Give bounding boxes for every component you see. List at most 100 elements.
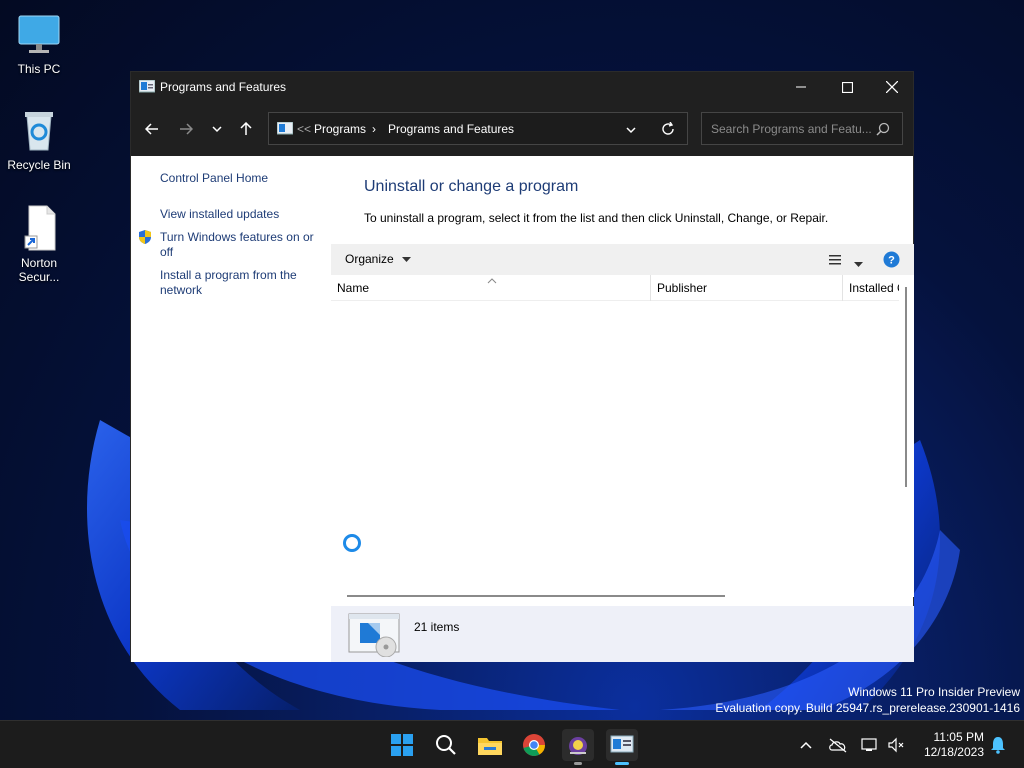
- watermark-line-2: Evaluation copy. Build 25947.rs_prerelea…: [715, 701, 1020, 715]
- link-view-installed-updates[interactable]: View installed updates: [160, 207, 320, 222]
- arrow-up-icon: [240, 122, 252, 135]
- link-control-panel-home[interactable]: Control Panel Home: [160, 171, 320, 186]
- taskbar-search-button[interactable]: [430, 729, 462, 761]
- arrow-right-icon: [180, 123, 193, 135]
- clock-time: 11:05 PM: [933, 730, 984, 744]
- running-indicator: [574, 762, 582, 765]
- caret-down-icon: [854, 262, 863, 267]
- network-button[interactable]: [858, 733, 882, 757]
- help-button[interactable]: ?: [883, 251, 900, 271]
- tasks-pane: Control Panel Home View installed update…: [131, 156, 331, 662]
- breadcrumb-overflow[interactable]: <<: [297, 122, 311, 136]
- file-explorer-button[interactable]: [474, 729, 506, 761]
- details-pane: 21 items: [331, 606, 914, 662]
- column-divider[interactable]: [650, 275, 651, 301]
- network-icon: [861, 738, 877, 751]
- programs-and-features-window: Programs and Features << Programs › Prog…: [130, 71, 914, 662]
- desktop-icon-label: Norton Secur...: [18, 256, 60, 284]
- monitor-icon: [15, 10, 63, 58]
- volume-button[interactable]: [884, 733, 908, 757]
- address-dropdown-button[interactable]: [625, 124, 637, 139]
- maximize-icon: [841, 81, 853, 93]
- start-icon: [391, 734, 413, 756]
- column-header-row: Name Publisher Installed O: [331, 275, 899, 301]
- onedrive-status-button[interactable]: [826, 733, 850, 757]
- setup-wizard-button[interactable]: [562, 729, 594, 765]
- help-icon: ?: [883, 251, 900, 268]
- search-input[interactable]: Search Programs and Featu...: [711, 122, 871, 136]
- refresh-icon: [662, 121, 674, 135]
- show-hidden-icons-button[interactable]: [794, 733, 818, 757]
- arrow-left-icon: [145, 123, 158, 135]
- page-description: To uninstall a program, select it from t…: [364, 211, 829, 225]
- cloud-offline-icon: [829, 738, 847, 753]
- installer-package-icon: [348, 613, 402, 660]
- loading-spinner-icon: [342, 533, 362, 556]
- desktop-icon-norton[interactable]: Norton Secur...: [4, 204, 74, 284]
- desktop-icon-label: This PC: [17, 62, 61, 76]
- up-button[interactable]: [233, 116, 259, 142]
- notifications-button[interactable]: [986, 733, 1010, 757]
- desktop-icon-recycle-bin[interactable]: Recycle Bin: [4, 106, 74, 172]
- horizontal-scrollbar[interactable]: [331, 586, 899, 600]
- column-divider[interactable]: [842, 275, 843, 301]
- control-panel-icon: [276, 121, 294, 139]
- horizontal-scroll-thumb[interactable]: [347, 595, 725, 597]
- address-bar[interactable]: << Programs › Programs and Features: [268, 112, 688, 145]
- taskbar: 11:05 PM 12/18/2023: [0, 720, 1024, 768]
- refresh-button[interactable]: [661, 121, 675, 139]
- view-options-button[interactable]: [829, 254, 841, 269]
- control-panel-icon: [610, 735, 634, 753]
- clock[interactable]: 11:05 PM 12/18/2023: [912, 730, 984, 760]
- setup-wizard-icon: [569, 737, 587, 755]
- program-list[interactable]: [331, 301, 899, 597]
- control-panel-button[interactable]: [606, 729, 638, 765]
- chrome-icon: [523, 734, 545, 756]
- list-view-icon: [829, 255, 841, 265]
- search-icon: [436, 735, 456, 755]
- main-pane: Uninstall or change a program To uninsta…: [331, 156, 914, 662]
- bell-icon: [991, 737, 1005, 754]
- forward-button[interactable]: [173, 116, 199, 142]
- recent-locations-button[interactable]: [204, 116, 230, 142]
- file-shortcut-icon: [15, 204, 63, 252]
- breadcrumb-programs[interactable]: Programs: [314, 122, 366, 136]
- link-turn-windows-features[interactable]: Turn Windows features on or off: [160, 230, 320, 260]
- active-indicator: [615, 762, 629, 765]
- back-button[interactable]: [139, 116, 165, 142]
- chevron-down-icon: [626, 127, 636, 134]
- search-box[interactable]: Search Programs and Featu...: [701, 112, 903, 145]
- link-install-from-network[interactable]: Install a program from the network: [160, 268, 320, 298]
- organize-button[interactable]: Organize: [345, 252, 412, 266]
- watermark-line-1: Windows 11 Pro Insider Preview: [848, 685, 1020, 699]
- title-bar[interactable]: Programs and Features: [131, 72, 913, 102]
- desktop-icon-this-pc[interactable]: This PC: [4, 10, 74, 76]
- recycle-bin-icon: [15, 106, 63, 154]
- minimize-button[interactable]: [778, 72, 824, 102]
- caret-down-icon: [402, 257, 412, 262]
- clock-date: 12/18/2023: [923, 745, 984, 759]
- vertical-scrollbar[interactable]: [899, 275, 914, 597]
- chevron-down-icon: [212, 126, 222, 133]
- search-icon: [876, 122, 890, 139]
- chevron-up-icon: [800, 741, 812, 749]
- organize-label: Organize: [345, 252, 394, 266]
- close-icon: [886, 81, 898, 93]
- column-header-publisher[interactable]: Publisher: [657, 281, 707, 295]
- item-count: 21 items: [414, 620, 460, 634]
- column-header-installed-on[interactable]: Installed O: [849, 281, 899, 295]
- command-bar: Organize ?: [331, 244, 914, 275]
- close-button[interactable]: [869, 72, 915, 102]
- control-panel-icon: [138, 79, 156, 94]
- breadcrumb-programs-and-features[interactable]: Programs and Features: [388, 122, 514, 136]
- minimize-icon: [796, 86, 806, 88]
- desktop-icon-label: Recycle Bin: [7, 158, 71, 172]
- column-header-name[interactable]: Name: [337, 281, 369, 295]
- page-title: Uninstall or change a program: [364, 178, 579, 195]
- start-button[interactable]: [386, 729, 418, 761]
- maximize-button[interactable]: [824, 72, 870, 102]
- file-explorer-icon: [478, 738, 502, 755]
- chrome-button[interactable]: [518, 729, 550, 761]
- vertical-scroll-thumb[interactable]: [905, 287, 907, 487]
- view-dropdown-button[interactable]: [854, 257, 863, 271]
